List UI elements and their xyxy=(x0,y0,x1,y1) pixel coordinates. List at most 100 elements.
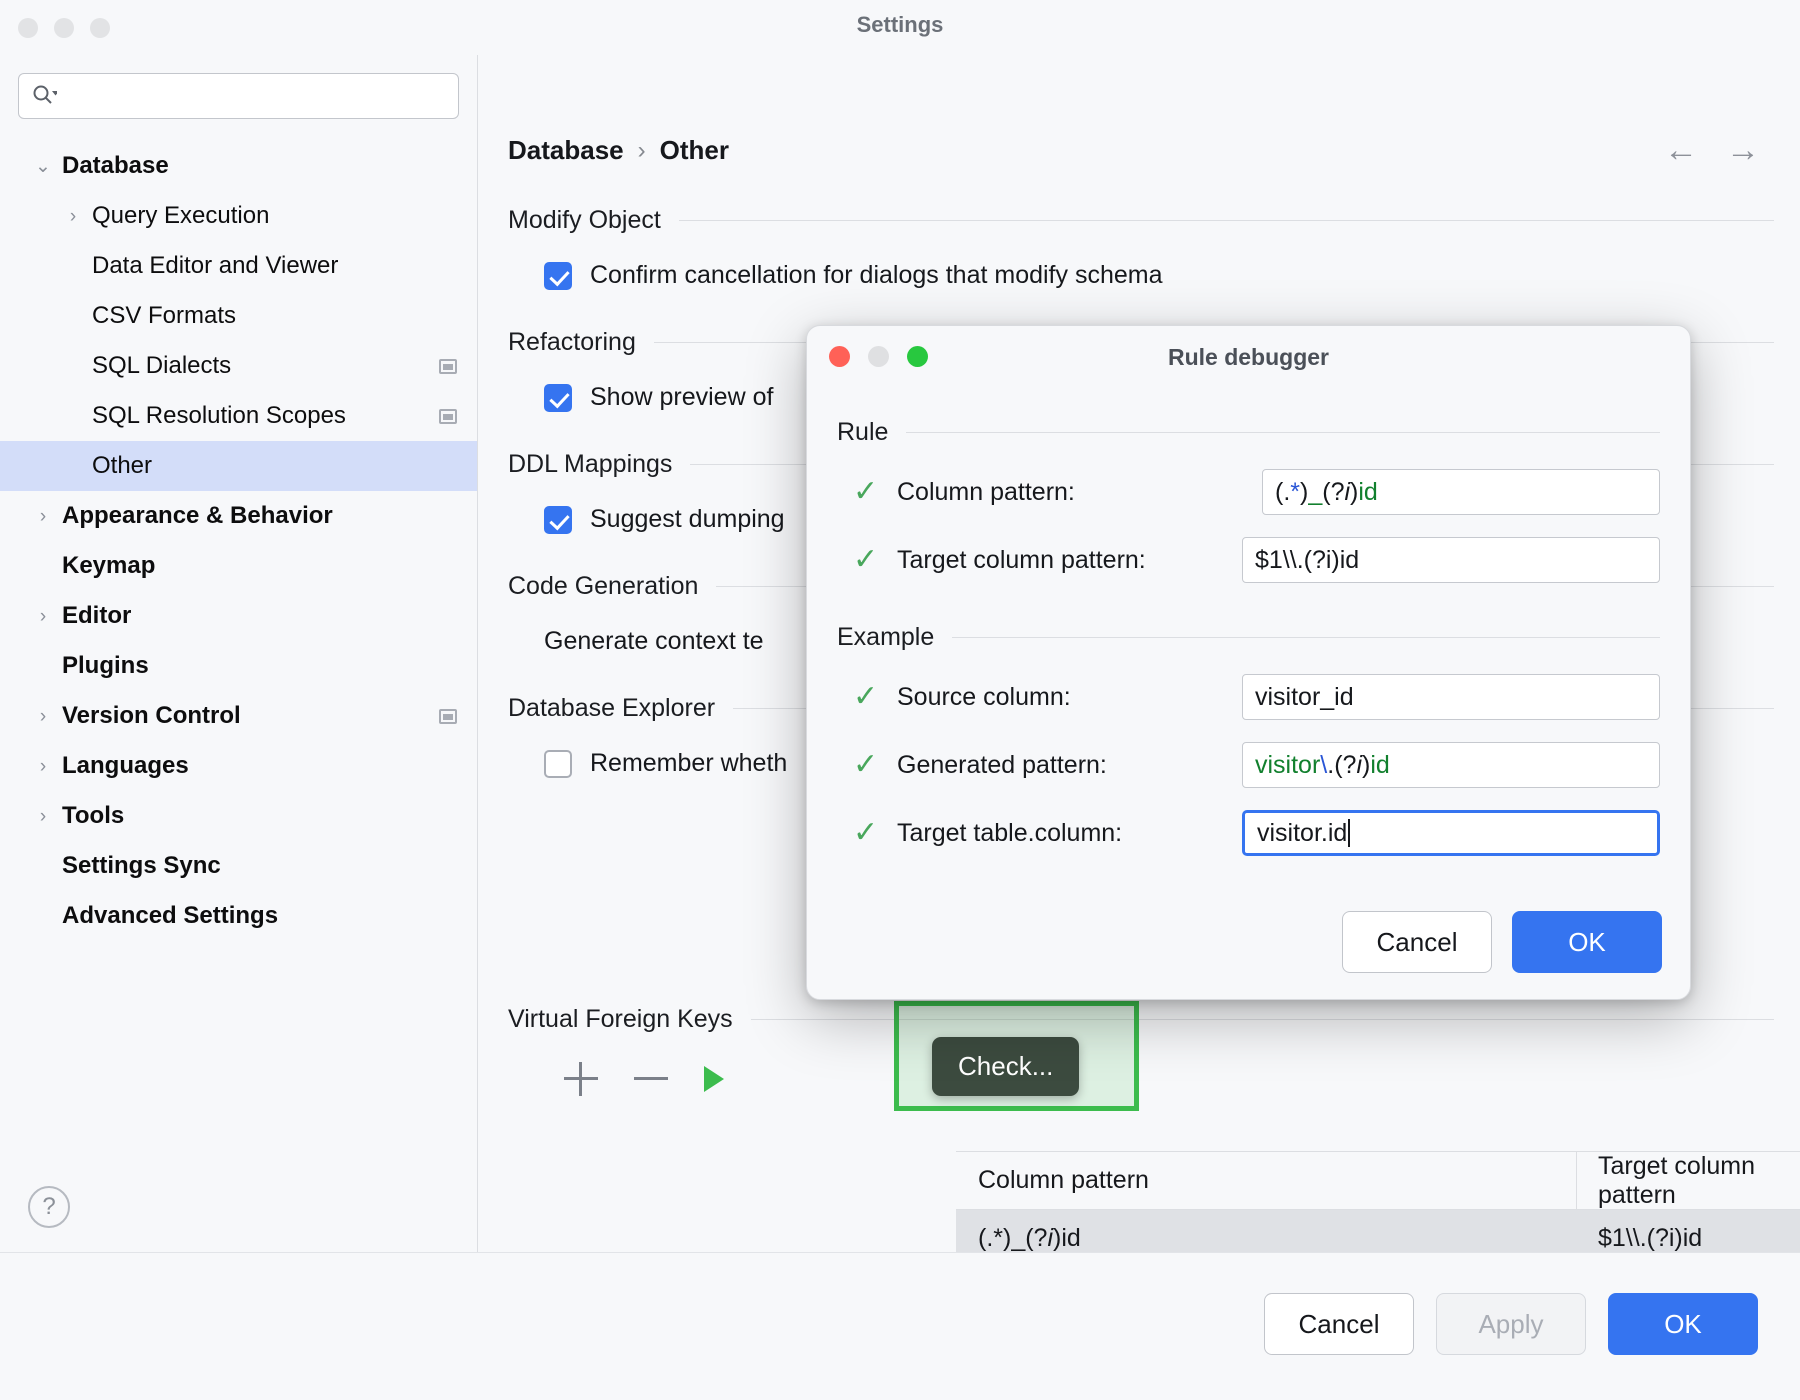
sidebar-item-sql-resolution-scopes[interactable]: SQL Resolution Scopes xyxy=(0,391,477,441)
field-label-target-column-pattern: Target column pattern: xyxy=(897,546,1146,575)
field-row-column-pattern: ✓ Column pattern: (.*)_(?i)id xyxy=(837,469,1660,515)
dialog-body: Rule ✓ Column pattern: (.*)_(?i)id ✓ Tar… xyxy=(807,384,1690,856)
breadcrumb-separator-icon: › xyxy=(638,137,646,165)
sidebar-item-label: Database xyxy=(62,152,457,180)
sidebar-item-label: SQL Resolution Scopes xyxy=(92,402,439,430)
field-row-target-table-column: ✓ Target table.column: visitor.id xyxy=(837,810,1660,856)
checkbox[interactable] xyxy=(544,750,572,778)
window-titlebar: Settings xyxy=(0,0,1800,55)
checkbox-row[interactable]: Confirm cancellation for dialogs that mo… xyxy=(544,261,1800,290)
sidebar-item-label: Other xyxy=(92,452,457,480)
settings-section: Modify ObjectConfirm cancellation for di… xyxy=(508,206,1800,290)
field-label-generated-pattern: Generated pattern: xyxy=(897,751,1107,780)
chevron-right-icon[interactable]: › xyxy=(56,207,90,226)
checkbox-label: Show preview of xyxy=(590,383,773,412)
text-caret xyxy=(1348,819,1350,847)
dialog-spacer xyxy=(837,583,1660,609)
sidebar-item-label: Version Control xyxy=(62,702,439,730)
sidebar-item-appearance-behavior[interactable]: ›Appearance & Behavior xyxy=(0,491,477,541)
sidebar-item-label: Appearance & Behavior xyxy=(62,502,457,530)
dialog-button-row: Cancel OK xyxy=(1342,911,1662,973)
valid-check-icon: ✓ xyxy=(853,545,887,575)
column-divider xyxy=(1576,1152,1577,1210)
breadcrumb-root[interactable]: Database xyxy=(508,135,624,166)
valid-check-icon: ✓ xyxy=(853,477,887,507)
sidebar-item-query-execution[interactable]: ›Query Execution xyxy=(0,191,477,241)
sidebar-item-version-control[interactable]: ›Version Control xyxy=(0,691,477,741)
section-title: Code Generation xyxy=(508,572,698,601)
cancel-button[interactable]: Cancel xyxy=(1264,1293,1414,1355)
sidebar-item-sql-dialects[interactable]: SQL Dialects xyxy=(0,341,477,391)
vfk-table: Column pattern Target column pattern (.*… xyxy=(956,1151,1800,1152)
field-row-source-column: ✓ Source column: visitor_id xyxy=(837,674,1660,720)
vfk-toolbar xyxy=(564,1062,1800,1096)
section-divider xyxy=(906,432,1660,433)
settings-window: Settings ⌄Database›Query ExecutionData E xyxy=(0,0,1800,1400)
dialog-titlebar: Rule debugger xyxy=(807,326,1690,384)
sidebar-item-data-editor-and-viewer[interactable]: Data Editor and Viewer xyxy=(0,241,477,291)
chevron-right-icon[interactable]: › xyxy=(26,707,60,726)
chevron-right-icon[interactable]: › xyxy=(26,757,60,776)
sidebar-item-other[interactable]: Other xyxy=(0,441,477,491)
sidebar-item-label: Data Editor and Viewer xyxy=(92,252,457,280)
source-column-input[interactable]: visitor_id xyxy=(1242,674,1660,720)
generated-pattern-input[interactable]: visitor\.(?i)id xyxy=(1242,742,1660,788)
breadcrumb-leaf: Other xyxy=(660,135,729,166)
sidebar-item-languages[interactable]: ›Languages xyxy=(0,741,477,791)
sidebar-item-settings-sync[interactable]: Settings Sync xyxy=(0,841,477,891)
checkbox-label: Confirm cancellation for dialogs that mo… xyxy=(590,261,1163,290)
sidebar-item-tools[interactable]: ›Tools xyxy=(0,791,477,841)
chevron-right-icon[interactable]: › xyxy=(26,807,60,826)
checkbox[interactable] xyxy=(544,262,572,290)
sidebar-item-editor[interactable]: ›Editor xyxy=(0,591,477,641)
cell-target-column-pattern: $1\\.(?i)id xyxy=(1576,1224,1800,1253)
remove-icon[interactable] xyxy=(634,1062,668,1096)
ok-button[interactable]: OK xyxy=(1608,1293,1758,1355)
valid-check-icon: ✓ xyxy=(853,750,887,780)
checkbox-label: Remember wheth xyxy=(590,749,787,778)
sidebar-item-label: Tools xyxy=(62,802,457,830)
copy-settings-icon xyxy=(439,409,457,424)
dialog-ok-button[interactable]: OK xyxy=(1512,911,1662,973)
chevron-right-icon[interactable]: › xyxy=(26,507,60,526)
sidebar-item-plugins[interactable]: Plugins xyxy=(0,641,477,691)
sidebar-item-advanced-settings[interactable]: Advanced Settings xyxy=(0,891,477,941)
check-rule-icon[interactable] xyxy=(704,1066,724,1092)
dialog-cancel-button[interactable]: Cancel xyxy=(1342,911,1492,973)
field-row-target-column-pattern: ✓ Target column pattern: $1\\.(?i)id xyxy=(837,537,1660,583)
column-header-target-column-pattern[interactable]: Target column pattern xyxy=(1576,1152,1800,1210)
field-label-target-table-column: Target table.column: xyxy=(897,819,1122,848)
vfk-section-title: Virtual Foreign Keys xyxy=(508,1005,733,1034)
valid-check-icon: ✓ xyxy=(853,818,887,848)
sidebar-item-keymap[interactable]: Keymap xyxy=(0,541,477,591)
column-header-column-pattern[interactable]: Column pattern xyxy=(956,1166,1576,1195)
checkbox[interactable] xyxy=(544,506,572,534)
chevron-down-icon[interactable]: ⌄ xyxy=(26,157,60,176)
forward-arrow-icon[interactable]: → xyxy=(1726,133,1760,167)
search-icon xyxy=(31,83,57,109)
dialog-section-example-header: Example xyxy=(837,623,1660,652)
field-label-source-column: Source column: xyxy=(897,683,1071,712)
checkbox-label: Suggest dumping xyxy=(590,505,785,534)
field-label-column-pattern: Column pattern: xyxy=(897,478,1075,507)
settings-tree: ⌄Database›Query ExecutionData Editor and… xyxy=(0,141,477,941)
help-button[interactable]: ? xyxy=(28,1186,70,1228)
section-title: Database Explorer xyxy=(508,694,715,723)
section-divider xyxy=(952,637,1660,638)
apply-button[interactable]: Apply xyxy=(1436,1293,1586,1355)
column-pattern-input[interactable]: (.*)_(?i)id xyxy=(1262,469,1660,515)
target-table-column-input[interactable]: visitor.id xyxy=(1242,810,1660,856)
checkbox[interactable] xyxy=(544,384,572,412)
dialog-section-rule-header: Rule xyxy=(837,418,1660,447)
target-column-pattern-input[interactable]: $1\\.(?i)id xyxy=(1242,537,1660,583)
sidebar-item-database[interactable]: ⌄Database xyxy=(0,141,477,191)
back-arrow-icon[interactable]: ← xyxy=(1664,133,1698,167)
add-icon[interactable] xyxy=(564,1062,598,1096)
search-input[interactable] xyxy=(57,85,446,107)
search-box[interactable] xyxy=(18,73,459,119)
sidebar-item-csv-formats[interactable]: CSV Formats xyxy=(0,291,477,341)
chevron-right-icon[interactable]: › xyxy=(26,607,60,626)
sidebar-item-label: SQL Dialects xyxy=(92,352,439,380)
window-title: Settings xyxy=(0,12,1800,38)
check-tooltip: Check... xyxy=(932,1037,1079,1096)
